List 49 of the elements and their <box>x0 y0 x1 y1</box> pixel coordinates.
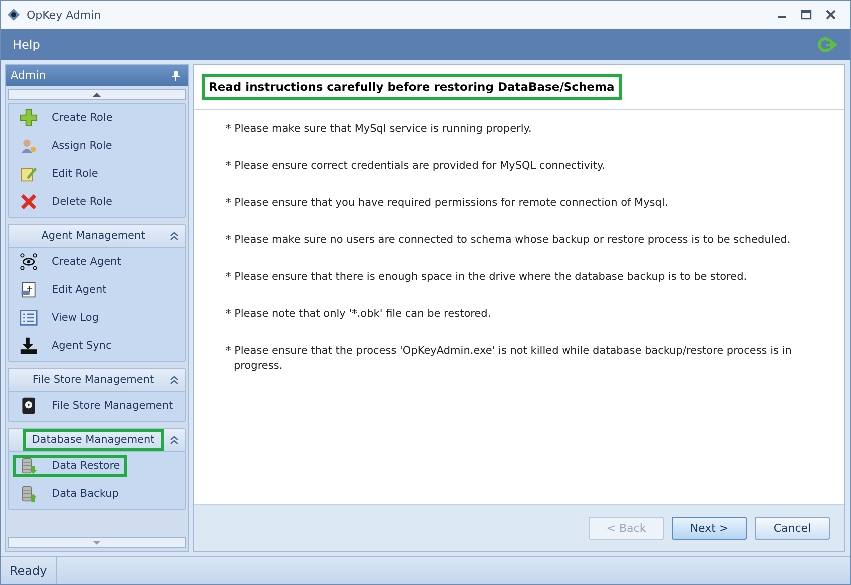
wizard-button[interactable]: Next > <box>672 516 747 540</box>
menu-item[interactable]: Help <box>13 38 40 52</box>
sidebar-item[interactable]: Data Restore <box>13 455 128 477</box>
database-icon <box>20 457 38 475</box>
group-title[interactable]: Agent Management <box>23 225 164 247</box>
panel-heading: Read instructions carefully before restoring DataBase/Schema <box>202 74 622 100</box>
sidebar-item[interactable]: File Store Management <box>13 395 180 417</box>
cross-icon <box>20 193 38 211</box>
sidebar-item[interactable]: Agent Sync <box>13 335 119 357</box>
document-edit-icon <box>20 281 38 299</box>
instruction-text: * Please ensure that there is enough space in the drive where the database backup is to be stored. <box>226 270 748 285</box>
group-title[interactable]: File Store Management <box>23 369 164 391</box>
database-icon <box>20 485 38 503</box>
sidebar-item[interactable]: Create Role <box>13 107 120 129</box>
app-logo-icon <box>7 8 21 22</box>
list-icon <box>20 309 38 327</box>
sidebar-item[interactable]: Assign Role <box>13 135 120 157</box>
download-icon <box>20 337 38 355</box>
status-text: Ready <box>1 557 58 584</box>
sidebar-item[interactable]: View Log <box>13 307 106 329</box>
instruction-text: * Please make sure no users are connected to schema whose backup or restore process is to be scheduled. <box>226 233 792 248</box>
group-header[interactable]: Database Management <box>9 429 185 452</box>
sidebar-item[interactable]: Edit Role <box>13 163 106 185</box>
instruction-text: * Please ensure that you have required permissions for remote connection of Mysql. <box>226 196 670 211</box>
sidebar-item[interactable]: Data Backup <box>13 483 126 505</box>
instruction-text: * Please ensure that the process 'OpKeyAdmin.exe' is not killed while database backup/restore process is in progress. <box>226 344 793 374</box>
caret-up-icon <box>93 92 101 96</box>
maximize-icon[interactable] <box>801 10 812 20</box>
caret-down-icon <box>93 540 101 544</box>
close-icon[interactable] <box>826 10 836 20</box>
sidebar-item[interactable]: Create Agent <box>13 251 128 273</box>
group-header[interactable]: File Store Management <box>9 369 185 392</box>
pin-icon[interactable] <box>172 70 180 80</box>
group-header[interactable]: Agent Management <box>9 225 185 248</box>
collapse-icon[interactable] <box>170 232 179 240</box>
pencil-icon <box>20 165 38 183</box>
group-title[interactable]: Database Management <box>23 429 164 451</box>
collapse-icon[interactable] <box>170 436 179 444</box>
sidebar-item[interactable]: Edit Agent <box>13 279 114 301</box>
window-title: OpKey Admin <box>27 8 102 22</box>
instruction-text: * Please note that only '*.obk' file can be restored. <box>226 307 492 322</box>
eye-network-icon <box>20 253 38 271</box>
collapse-icon[interactable] <box>170 376 179 384</box>
sidebar-title: Admin <box>11 69 46 82</box>
instruction-text: * Please ensure correct credentials are provided for MySQL connectivity. <box>226 159 607 174</box>
instruction-text: * Please make sure that MySql service is running properly. <box>226 122 533 137</box>
plus-icon <box>20 109 38 127</box>
sidebar-item[interactable]: Delete Role <box>13 191 120 213</box>
wizard-button[interactable]: Cancel <box>755 516 830 540</box>
